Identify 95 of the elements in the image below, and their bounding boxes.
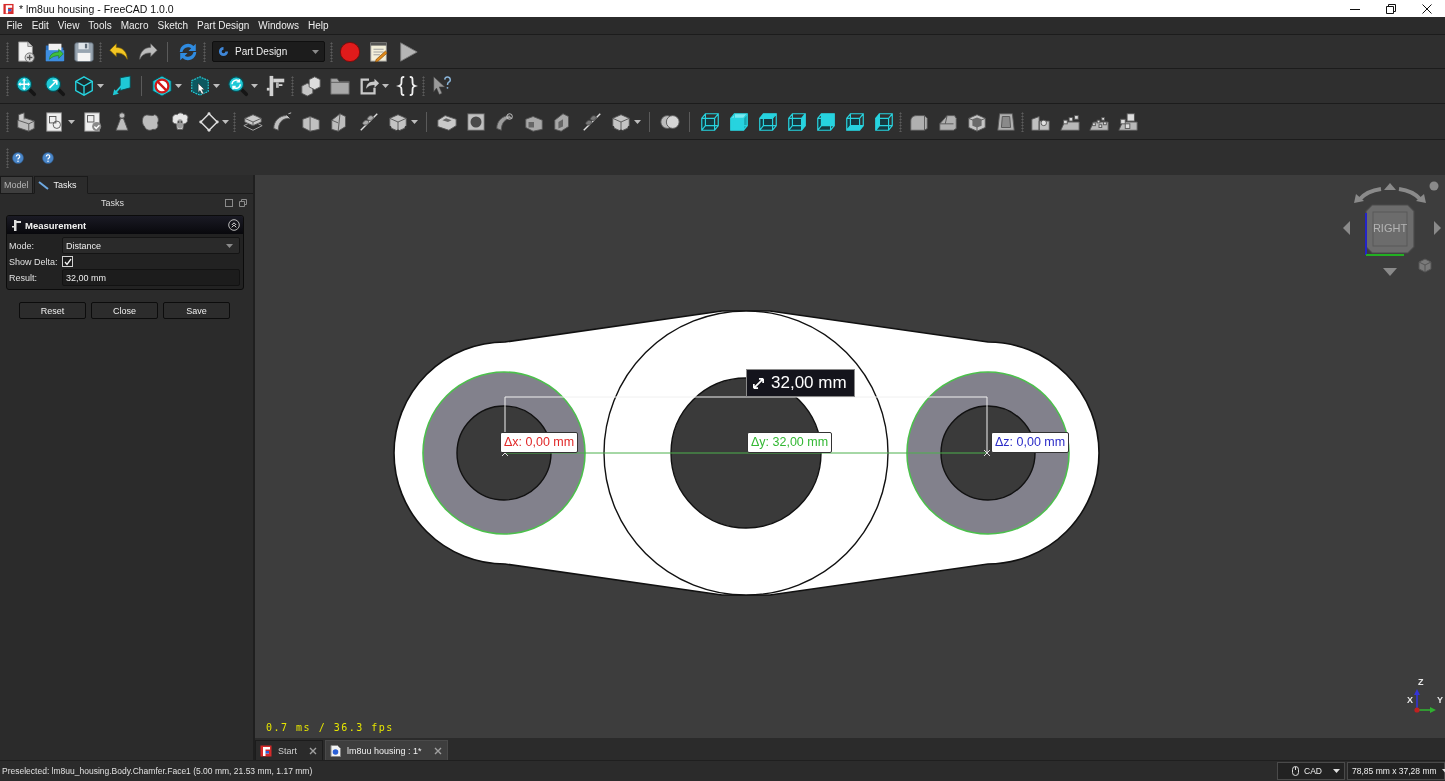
mouse-icon bbox=[1292, 766, 1299, 776]
field-label: Mode: bbox=[9, 240, 34, 251]
caliper-icon[interactable] bbox=[264, 75, 287, 97]
curved-solid-icon[interactable] bbox=[270, 110, 293, 133]
restore-icon[interactable] bbox=[1386, 3, 1396, 14]
show-delta-checkbox[interactable] bbox=[62, 256, 73, 267]
menu-item[interactable]: View bbox=[53, 18, 84, 33]
tapered-block-icon[interactable] bbox=[994, 110, 1017, 133]
caret-icon[interactable] bbox=[312, 49, 319, 54]
navigation-style-dropdown[interactable]: CAD bbox=[1277, 762, 1345, 780]
record-icon[interactable] bbox=[338, 40, 361, 63]
menu-item[interactable]: Part Design bbox=[192, 18, 254, 33]
status-message: Preselected: lm8uu_housing.Body.Chamfer.Face1 (5.00 mm, 21.53 mm, 1.17 mm) bbox=[2, 766, 313, 776]
check-icon bbox=[63, 257, 72, 266]
document-tab[interactable]: Start bbox=[255, 740, 323, 760]
cube-cursor-icon[interactable] bbox=[188, 75, 211, 97]
folder-icon[interactable] bbox=[328, 75, 351, 97]
cube-left-face-icon[interactable] bbox=[872, 110, 895, 133]
block-icon[interactable] bbox=[14, 110, 37, 133]
close-icon[interactable] bbox=[1422, 3, 1432, 14]
stacked-boxes-icon[interactable] bbox=[299, 75, 322, 97]
pointer-question-icon[interactable] bbox=[430, 75, 453, 97]
diagonal-arrow-icon bbox=[752, 376, 765, 390]
no-sign-icon[interactable] bbox=[150, 75, 173, 97]
magnifier-arrow-icon[interactable] bbox=[43, 75, 66, 97]
magnifier-refresh-icon[interactable] bbox=[226, 75, 249, 97]
field-label: Show Delta: bbox=[9, 256, 58, 267]
axis-label: Z bbox=[1418, 678, 1424, 687]
caret-icon[interactable] bbox=[97, 84, 104, 88]
help-icon[interactable] bbox=[12, 151, 24, 164]
delta-tag: Δx: 0,00 mm bbox=[500, 432, 579, 453]
overlapping-squares-icon[interactable] bbox=[239, 199, 247, 207]
panel-tab[interactable]: Tasks bbox=[33, 176, 88, 194]
curved-groove-icon[interactable] bbox=[493, 110, 516, 133]
axis-triad-icon bbox=[1414, 689, 1436, 713]
magnifier-arrows-icon[interactable] bbox=[14, 75, 37, 97]
workbench-dropdown[interactable]: Part Design bbox=[212, 41, 325, 62]
distance-value: 32,00 mm bbox=[771, 373, 847, 393]
menu-item[interactable]: Edit bbox=[27, 18, 54, 33]
menu-item[interactable]: Sketch bbox=[153, 18, 193, 33]
panel-button[interactable]: Save bbox=[163, 302, 230, 319]
notepad-pencil-icon[interactable] bbox=[367, 40, 390, 63]
panel-heading: Measurement bbox=[25, 219, 87, 231]
document-icon bbox=[330, 744, 341, 757]
field-label: Result: bbox=[9, 272, 37, 283]
caret-icon[interactable] bbox=[411, 119, 418, 124]
3d-viewport[interactable]: 32,00 mm Δx: 0,00 mm Δy: 32,00 mm Δz: 0,00 mm RIGHT Z X Y 0.7 ms / 36.3 fps bbox=[255, 175, 1445, 738]
delta-tag: Δz: 0,00 mm bbox=[991, 432, 1070, 453]
panel-tab[interactable]: Model bbox=[0, 176, 33, 194]
solid-cube-icon[interactable] bbox=[727, 110, 750, 133]
hole-box-icon[interactable] bbox=[464, 110, 487, 133]
frame-rate-text: 0.7 ms / 36.3 fps bbox=[266, 722, 394, 733]
view-size-dropdown[interactable]: 78,85 mm x 37,28 mm bbox=[1347, 762, 1445, 780]
cube-outline-icon[interactable] bbox=[72, 75, 95, 97]
menu-item[interactable]: Windows bbox=[253, 18, 304, 33]
caret-icon[interactable] bbox=[251, 84, 258, 88]
cube-face-label: RIGHT bbox=[1372, 222, 1408, 234]
help-icon[interactable] bbox=[42, 151, 54, 164]
result-field[interactable]: 32,00 mm bbox=[62, 269, 240, 286]
caret-icon[interactable] bbox=[68, 119, 75, 124]
cube-rear-face-icon[interactable] bbox=[814, 110, 837, 133]
delta-tag: Δy: 32,00 mm bbox=[747, 432, 833, 453]
axis-label: Y bbox=[1437, 696, 1443, 705]
menu-item[interactable]: Tools bbox=[83, 18, 117, 33]
caret-icon[interactable] bbox=[175, 84, 182, 88]
cube-bottom-face-icon[interactable] bbox=[843, 110, 866, 133]
caret-icon[interactable] bbox=[634, 119, 641, 124]
mode-dropdown[interactable]: Distance bbox=[62, 237, 240, 254]
document-tab[interactable]: lm8uu housing : 1* bbox=[325, 740, 448, 760]
diamond-outline-icon[interactable] bbox=[197, 110, 220, 133]
window-title: * lm8uu housing - FreeCAD 1.0.0 bbox=[19, 2, 174, 15]
caret-icon[interactable] bbox=[1333, 769, 1340, 773]
panel-title: Tasks bbox=[101, 198, 124, 208]
double-chevron-icon[interactable] bbox=[228, 219, 240, 231]
square-icon[interactable] bbox=[225, 199, 233, 207]
page-check-icon[interactable] bbox=[81, 110, 104, 133]
axis-label: X bbox=[1407, 696, 1413, 705]
caret-icon[interactable] bbox=[213, 84, 220, 88]
panel-button[interactable]: Reset bbox=[19, 302, 86, 319]
arrow-plane-icon[interactable] bbox=[110, 75, 133, 97]
caliper-icon bbox=[12, 219, 21, 231]
pencil-icon bbox=[37, 180, 49, 190]
menu-item[interactable]: Macro bbox=[116, 18, 153, 33]
blocks-cluster-icon[interactable] bbox=[1116, 110, 1139, 133]
panel-button[interactable]: Close bbox=[91, 302, 158, 319]
caret-icon[interactable] bbox=[222, 119, 229, 124]
cube-outline-icon[interactable] bbox=[698, 110, 721, 133]
swirl-icon bbox=[218, 46, 229, 57]
cube-right-face-icon[interactable] bbox=[785, 110, 808, 133]
curly-braces-icon[interactable] bbox=[395, 75, 418, 97]
menu-item[interactable]: File bbox=[2, 18, 28, 33]
logo-icon bbox=[260, 744, 272, 757]
cube-top-face-icon[interactable] bbox=[756, 110, 779, 133]
caret-icon[interactable] bbox=[382, 84, 389, 88]
menu-item[interactable]: Help bbox=[303, 18, 333, 33]
